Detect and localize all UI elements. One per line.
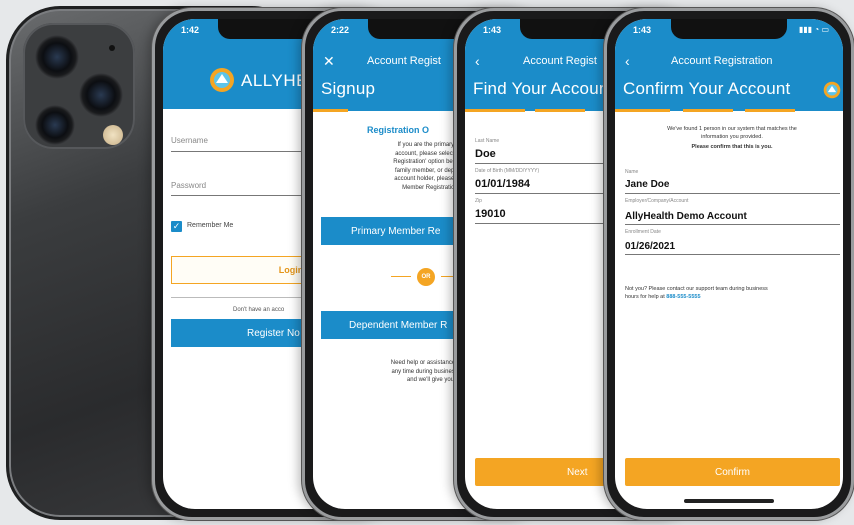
or-badge: OR (417, 268, 435, 286)
enroll-underline (625, 254, 840, 255)
enroll-value: 01/26/2021 (625, 241, 676, 252)
or-line-left (391, 276, 411, 277)
password-field[interactable]: Password (171, 181, 206, 190)
status-time: 1:42 (181, 25, 200, 35)
username-field[interactable]: Username (171, 136, 208, 145)
status-time: 2:22 (331, 25, 350, 35)
dob-field[interactable]: 01/01/1984 (475, 178, 530, 190)
zip-label: Zip (475, 198, 482, 204)
allyhealth-logo-icon (209, 67, 235, 93)
name-label: Name (625, 169, 639, 175)
confirm-account-screen: 1:43 ▮▮▮ ◔ ▭ ‹ Account Registration Conf… (615, 19, 843, 509)
camera-lens-icon (79, 73, 123, 117)
status-time: 1:43 (483, 25, 502, 35)
page-title: Signup (321, 79, 376, 98)
close-icon[interactable]: ✕ (323, 53, 335, 70)
or-label: OR (421, 274, 431, 280)
progress-step-2 (535, 109, 585, 112)
not-you-line: hours for help at 888-555-5555 (625, 293, 840, 301)
found-line: information you provided. (701, 134, 763, 140)
allyhealth-logo-icon (823, 81, 841, 99)
progress-step-1 (615, 109, 670, 112)
phone-confirm-account: 1:43 ▮▮▮ ◔ ▭ ‹ Account Registration Conf… (604, 8, 854, 520)
page-title: Find Your Account (473, 79, 614, 98)
support-phone-link[interactable]: 888-555-5555 (666, 294, 700, 300)
login-button-label: Login (278, 265, 304, 275)
back-icon[interactable]: ‹ (475, 53, 480, 69)
employer-underline (625, 224, 840, 225)
status-time: 1:43 (633, 25, 652, 35)
remember-label: Remember Me (187, 222, 234, 229)
no-account-text: Don't have an acco (233, 307, 285, 313)
primary-member-label: Primary Member Re (351, 225, 441, 237)
remember-checkbox[interactable]: ✓ (171, 221, 182, 232)
header-title: Account Registration (671, 55, 773, 67)
camera-module (23, 23, 135, 149)
back-icon[interactable]: ‹ (625, 53, 630, 69)
name-value: Jane Doe (625, 179, 670, 190)
not-you-help: hours for help at (625, 294, 665, 300)
not-you-line: Not you? Please contact our support team… (625, 286, 768, 292)
employer-label: Employer/Company/Account (625, 198, 689, 204)
camera-lens-icon (35, 35, 79, 79)
confirm-button-label: Confirm (714, 466, 750, 478)
home-indicator (684, 499, 774, 503)
notch (671, 19, 787, 39)
signal-battery-icon: ▮▮▮ ◔ ▭ (798, 25, 829, 34)
camera-lens-icon (35, 105, 75, 145)
progress-step-2 (683, 109, 733, 112)
progress-step-1 (313, 109, 348, 112)
brand-name: ALLYHE (241, 71, 308, 90)
not-you-text: Not you? Please contact our support team… (625, 285, 840, 301)
enroll-label: Enrollment Date (625, 229, 661, 235)
found-text: We've found 1 person in our system that … (629, 125, 835, 151)
please-confirm-text: Please confirm that this is you. (691, 144, 773, 150)
next-button-label: Next (567, 466, 588, 478)
dependent-member-label: Dependent Member R (349, 319, 448, 331)
found-line: We've found 1 person in our system that … (667, 126, 797, 132)
header-title: Account Regist (367, 55, 441, 67)
progress-step-1 (465, 109, 525, 112)
flash-icon (103, 125, 123, 145)
employer-value: AllyHealth Demo Account (625, 211, 747, 222)
register-button-label: Register No (247, 327, 300, 339)
page-title: Confirm Your Account (623, 79, 791, 98)
zip-field[interactable]: 19010 (475, 208, 506, 220)
progress-step-3 (745, 109, 795, 112)
confirm-button[interactable]: Confirm (625, 458, 840, 486)
dob-label: Date of Birth (MM/DD/YYYY) (475, 168, 540, 174)
header-title: Account Regist (523, 55, 597, 67)
section-title: Registration O (367, 125, 430, 135)
name-underline (625, 193, 840, 194)
last-name-field[interactable]: Doe (475, 148, 496, 160)
microphone-icon (109, 45, 115, 51)
last-name-label: Last Name (475, 138, 500, 144)
